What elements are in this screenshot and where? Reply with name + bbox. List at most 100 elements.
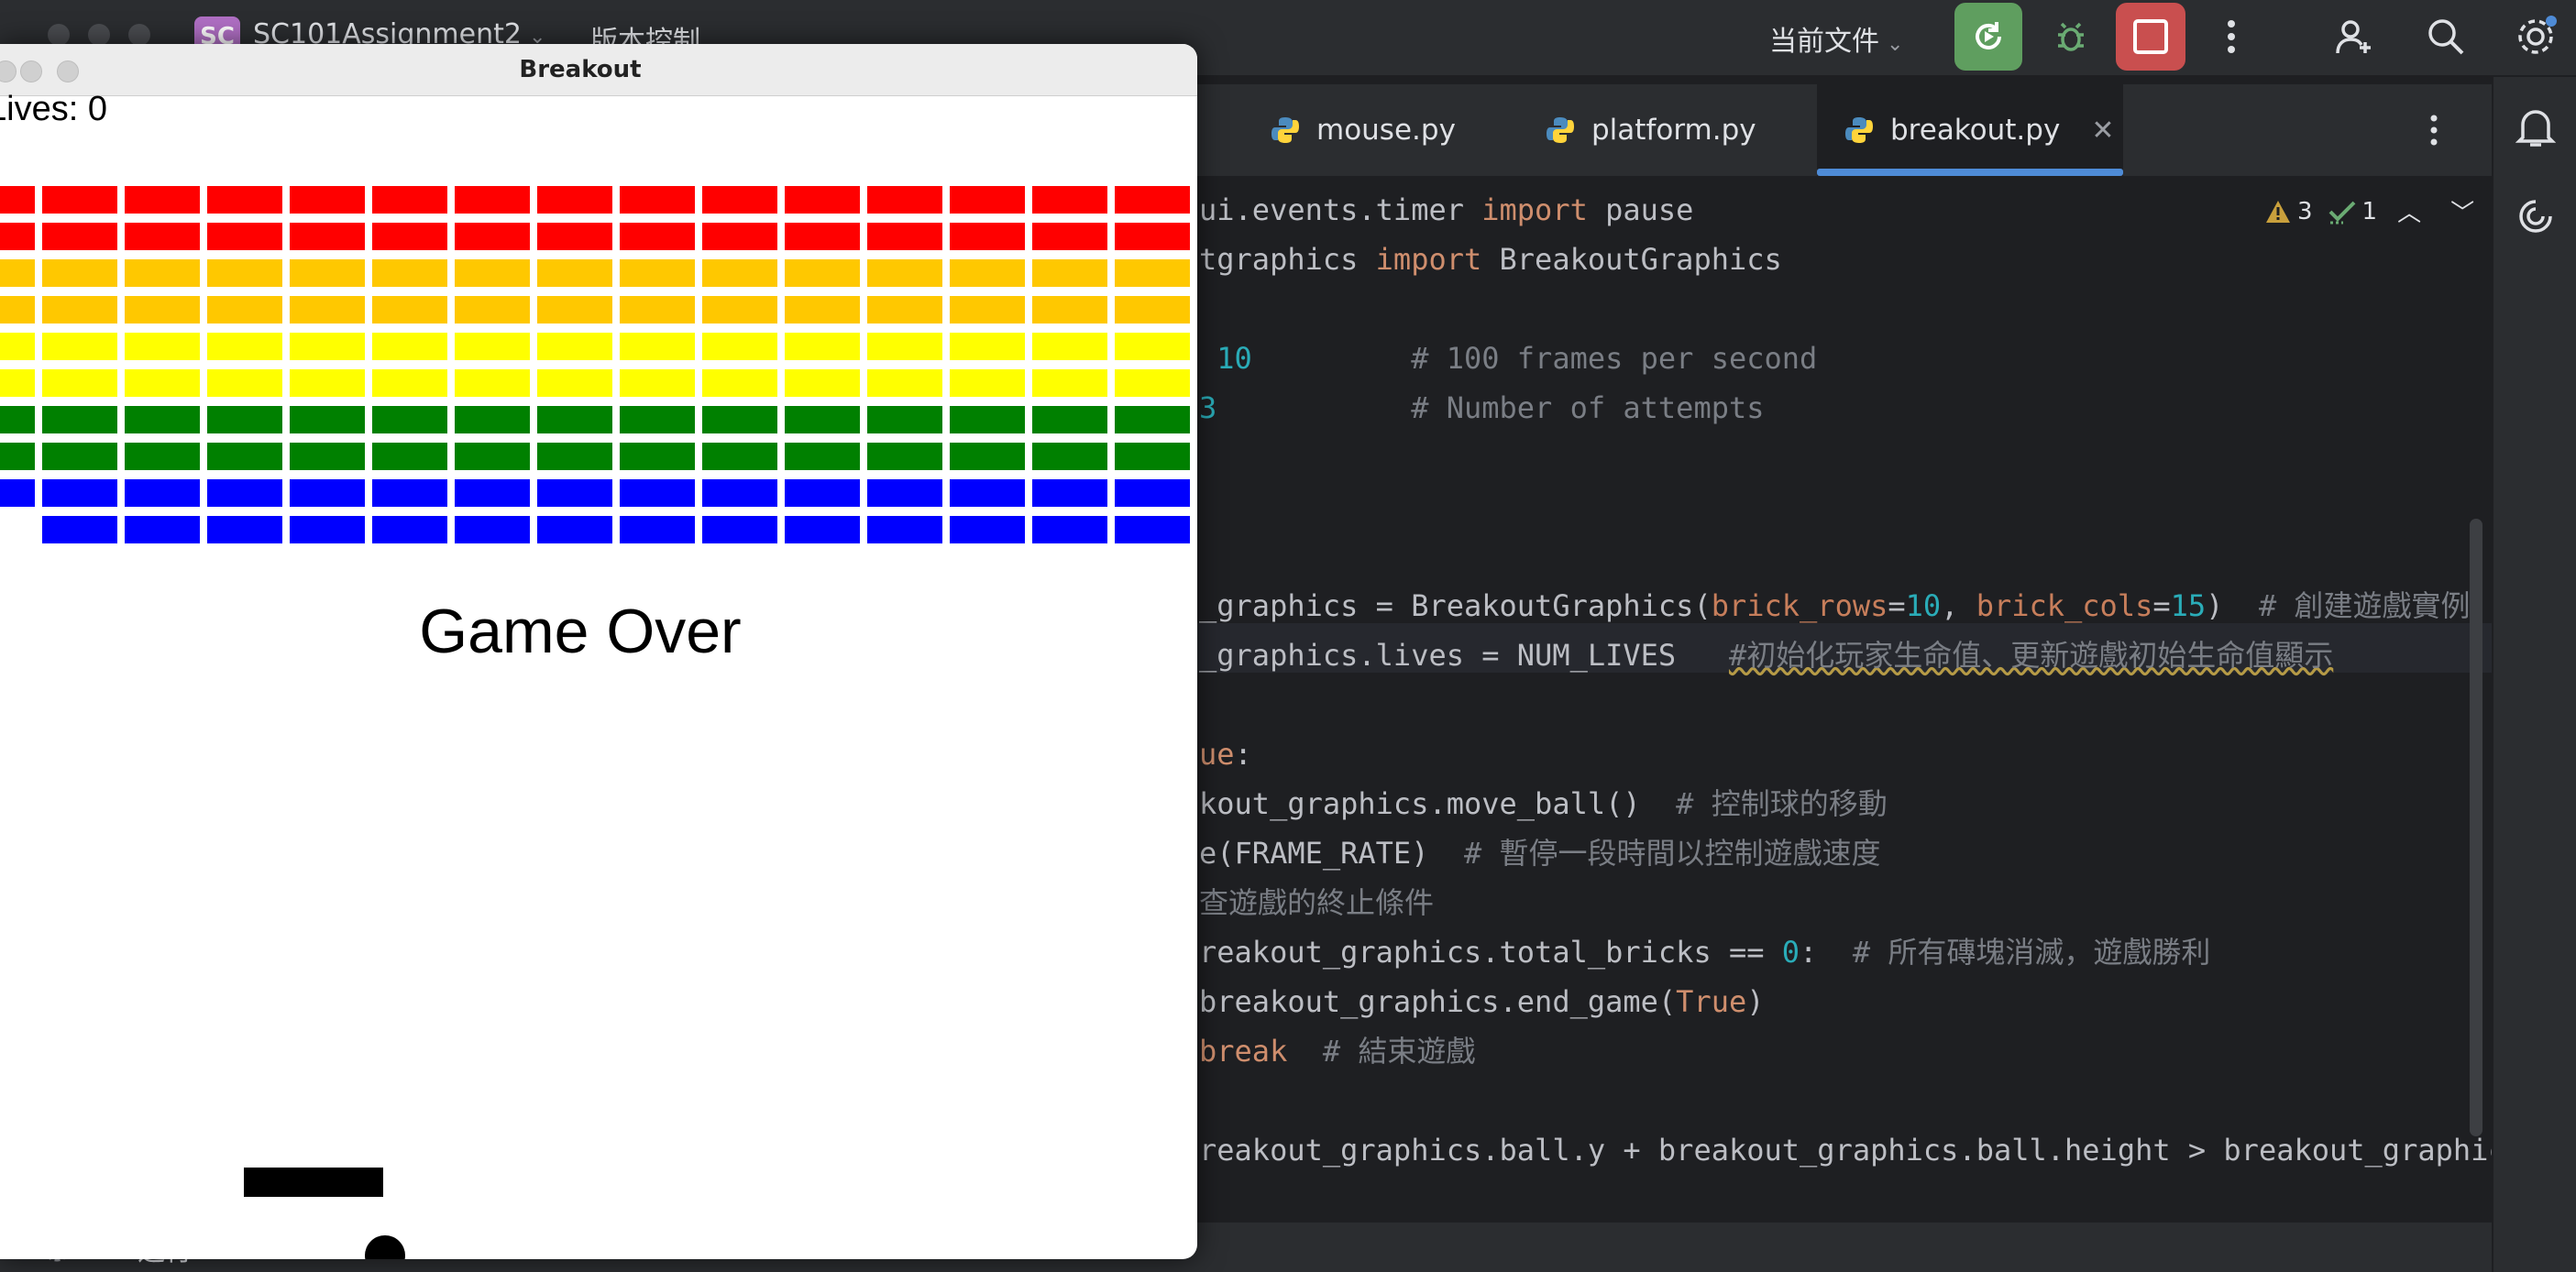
search-button[interactable] xyxy=(2420,11,2471,62)
chevron-down-icon: ⌄ xyxy=(1887,33,1904,56)
brick xyxy=(867,259,942,287)
window-close-button[interactable] xyxy=(48,24,70,46)
brick xyxy=(537,259,612,287)
brick xyxy=(950,443,1025,470)
code-token: 0 xyxy=(1781,935,1800,970)
brick xyxy=(537,516,612,543)
gear-icon xyxy=(2518,16,2557,54)
rerun-button[interactable] xyxy=(1954,3,2022,71)
code-token: : xyxy=(1234,737,1252,772)
warning-count: 3 xyxy=(2297,197,2313,225)
breakout-title: Breakout xyxy=(519,56,642,83)
brick xyxy=(950,186,1025,214)
code-token: _graphics.lives = NUM_LIVES xyxy=(1199,638,1729,673)
brick xyxy=(372,479,447,507)
brick xyxy=(207,369,282,397)
code-token: 10 xyxy=(1905,588,1942,623)
brick xyxy=(867,223,942,250)
brick xyxy=(785,516,860,543)
brick xyxy=(1115,333,1190,360)
breakout-titlebar[interactable]: Breakout xyxy=(0,44,1197,96)
debug-button[interactable] xyxy=(2037,3,2105,71)
brick xyxy=(1115,516,1190,543)
brick xyxy=(785,479,860,507)
tab-mouse-py[interactable]: mouse.py xyxy=(1271,84,1456,176)
more-actions-button[interactable] xyxy=(2206,11,2257,62)
window-minimize-button[interactable] xyxy=(88,24,110,46)
brick xyxy=(290,186,365,214)
brick xyxy=(702,443,777,470)
close-icon[interactable]: ✕ xyxy=(2091,115,2114,147)
brick xyxy=(42,479,117,507)
tab-breakout-py[interactable]: breakout.py ✕ xyxy=(1817,84,2123,176)
brick xyxy=(125,223,200,250)
brick xyxy=(702,369,777,397)
brick xyxy=(207,516,282,543)
brick xyxy=(125,479,200,507)
code-token: 查遊戲的終止條件 xyxy=(1199,885,1435,920)
brick xyxy=(455,259,530,287)
search-icon xyxy=(2428,19,2464,55)
code-line: 10 # 100 frames per second xyxy=(1199,334,1817,383)
brick xyxy=(0,333,35,360)
brick xyxy=(702,186,777,214)
brick xyxy=(455,479,530,507)
settings-button[interactable] xyxy=(2510,11,2561,62)
brick xyxy=(1115,296,1190,323)
more-vertical-icon xyxy=(2430,115,2438,146)
brick xyxy=(620,296,695,323)
code-line: breakout_graphics.end_game(True) xyxy=(1199,977,1765,1026)
code-token: reakout_graphics.total_bricks == xyxy=(1199,935,1782,970)
code-token: True xyxy=(1676,984,1747,1019)
brick xyxy=(1032,369,1107,397)
code-token: # 控制球的移動 xyxy=(1676,786,1888,821)
brick xyxy=(125,516,200,543)
code-line: 查遊戲的終止條件 xyxy=(1199,878,1434,927)
brick xyxy=(290,406,365,433)
run-config-selector[interactable]: 当前文件 ⌄ xyxy=(1769,18,1903,59)
brick xyxy=(537,479,612,507)
add-user-button[interactable] xyxy=(2328,11,2380,62)
python-file-icon xyxy=(1845,117,1873,143)
weak-warning-icon xyxy=(2328,201,2355,224)
inspection-widget[interactable]: 3 1 ︿ ﹀ xyxy=(2264,194,2474,228)
brick xyxy=(950,406,1025,433)
brick xyxy=(1115,443,1190,470)
code-token: ) xyxy=(2206,588,2259,623)
rerun-icon xyxy=(1976,22,2001,49)
brick xyxy=(867,479,942,507)
stop-button[interactable] xyxy=(2116,3,2185,71)
notifications-icon[interactable] xyxy=(2515,104,2556,148)
brick xyxy=(785,443,860,470)
tab-platform-py[interactable]: platform.py xyxy=(1546,84,1756,176)
chevron-down-icon[interactable]: ﹀ xyxy=(2450,194,2474,228)
brick xyxy=(1032,406,1107,433)
brick xyxy=(702,516,777,543)
brick xyxy=(207,296,282,323)
brick xyxy=(537,296,612,323)
brick xyxy=(620,333,695,360)
brick xyxy=(125,443,200,470)
window-zoom-button[interactable] xyxy=(128,24,150,46)
chevron-up-icon[interactable]: ︿ xyxy=(2397,194,2421,228)
editor-scrollbar[interactable] xyxy=(2470,519,2482,1136)
code-token: #初始化玩家生命值、更新遊戲初始生命值顯示 xyxy=(1728,638,2334,673)
code-token: = xyxy=(2152,588,2171,623)
tab-label: breakout.py xyxy=(1890,114,2061,147)
run-config-label: 当前文件 xyxy=(1769,26,1879,58)
brick xyxy=(125,369,200,397)
brick xyxy=(950,516,1025,543)
code-token: import xyxy=(1375,242,1482,277)
code-token: tgraphics xyxy=(1199,242,1376,277)
code-editor[interactable]: ui.events.timer import pause tgraphics im… xyxy=(1197,178,2492,1223)
code-token: # 結束遊戲 xyxy=(1322,1034,1476,1069)
brick xyxy=(1032,296,1107,323)
brick xyxy=(867,443,942,470)
brick xyxy=(125,296,200,323)
code-token: import xyxy=(1481,192,1588,227)
tab-options-button[interactable] xyxy=(2429,84,2438,176)
ai-assistant-icon[interactable] xyxy=(2515,196,2556,236)
brick xyxy=(290,369,365,397)
editor-tab-bar: mouse.py platform.py breakout.py ✕ xyxy=(1197,84,2492,178)
